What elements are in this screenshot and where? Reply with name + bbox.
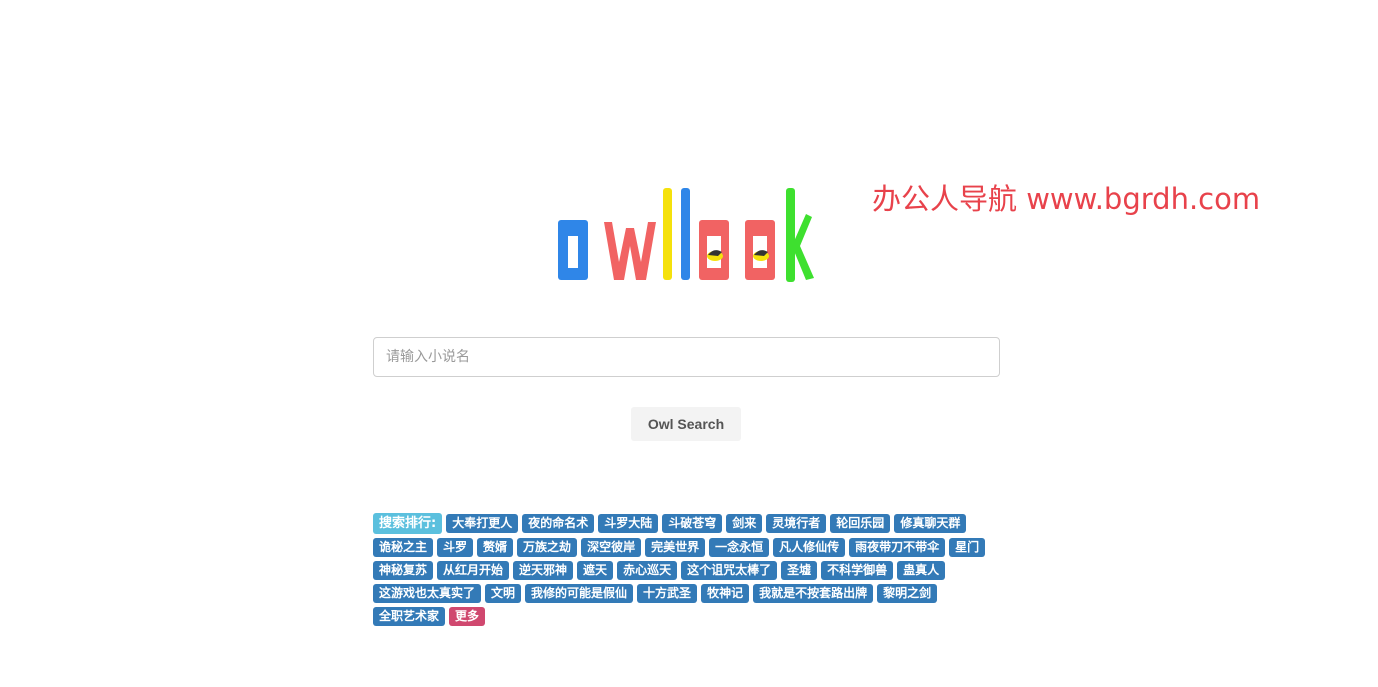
ranking-tag[interactable]: 深空彼岸: [581, 538, 642, 557]
ranking-label: 搜索排行:: [373, 513, 443, 534]
logo-letter-l-blue: [681, 188, 690, 280]
watermark-text: 办公人导航 www.bgrdh.com: [872, 182, 1261, 216]
ranking-tag[interactable]: 圣墟: [781, 561, 818, 580]
ranking-tag[interactable]: 灵境行者: [766, 514, 827, 533]
novel-search-input[interactable]: [373, 337, 1000, 377]
ranking-tag[interactable]: 逆天邪神: [513, 561, 574, 580]
logo-letter-o-blue: [558, 220, 588, 280]
logo-letter-w: [604, 222, 656, 280]
logo-letter-l-yellow: [663, 188, 672, 280]
ranking-tag[interactable]: 我就是不按套路出牌: [753, 584, 874, 603]
ranking-tag[interactable]: 这游戏也太真实了: [373, 584, 482, 603]
ranking-tag[interactable]: 牧神记: [701, 584, 750, 603]
ranking-tag[interactable]: 十方武圣: [637, 584, 698, 603]
ranking-tag[interactable]: 轮回乐园: [830, 514, 891, 533]
ranking-tag[interactable]: 斗破苍穹: [662, 514, 723, 533]
ranking-tag[interactable]: 全职艺术家: [373, 607, 446, 626]
ranking-tag[interactable]: 赤心巡天: [617, 561, 678, 580]
logo-letter-o-eye-2: [745, 220, 775, 280]
ranking-tag[interactable]: 斗罗大陆: [598, 514, 659, 533]
ranking-tag[interactable]: 赘婿: [477, 538, 514, 557]
ranking-tag[interactable]: 从红月开始: [437, 561, 510, 580]
search-ranking: 搜索排行: 大奉打更人 夜的命名术 斗罗大陆 斗破苍穹 剑来 灵境行者 轮回乐园…: [373, 513, 1003, 626]
ranking-tag[interactable]: 凡人修仙传: [773, 538, 846, 557]
owl-search-button[interactable]: Owl Search: [631, 407, 741, 441]
logo-letter-k: [786, 188, 814, 282]
ranking-tag[interactable]: 夜的命名术: [522, 514, 595, 533]
ranking-tag[interactable]: 不科学御兽: [821, 561, 894, 580]
ranking-tag[interactable]: 雨夜带刀不带伞: [849, 538, 946, 557]
ranking-tag[interactable]: 万族之劫: [517, 538, 578, 557]
ranking-tag[interactable]: 诡秘之主: [373, 538, 434, 557]
ranking-tag[interactable]: 完美世界: [645, 538, 706, 557]
ranking-tag[interactable]: 文明: [485, 584, 522, 603]
owllook-logo: [558, 188, 814, 282]
ranking-tag[interactable]: 黎明之剑: [877, 584, 938, 603]
ranking-tag[interactable]: 大奉打更人: [446, 514, 519, 533]
ranking-tag[interactable]: 一念永恒: [709, 538, 770, 557]
ranking-tag[interactable]: 斗罗: [437, 538, 474, 557]
more-button[interactable]: 更多: [449, 607, 486, 626]
ranking-tag[interactable]: 星门: [949, 538, 986, 557]
logo-letter-o-eye-1: [699, 220, 729, 280]
ranking-tag[interactable]: 蛊真人: [897, 561, 946, 580]
ranking-tag[interactable]: 神秘复苏: [373, 561, 434, 580]
ranking-tag[interactable]: 我修的可能是假仙: [525, 584, 634, 603]
page: 办公人导航 www.bgrdh.com 请输入小说名 Owl Search 搜索…: [0, 0, 1378, 687]
ranking-tag[interactable]: 遮天: [577, 561, 614, 580]
ranking-tag[interactable]: 剑来: [726, 514, 763, 533]
ranking-tag[interactable]: 修真聊天群: [894, 514, 967, 533]
ranking-tag[interactable]: 这个诅咒太棒了: [681, 561, 778, 580]
